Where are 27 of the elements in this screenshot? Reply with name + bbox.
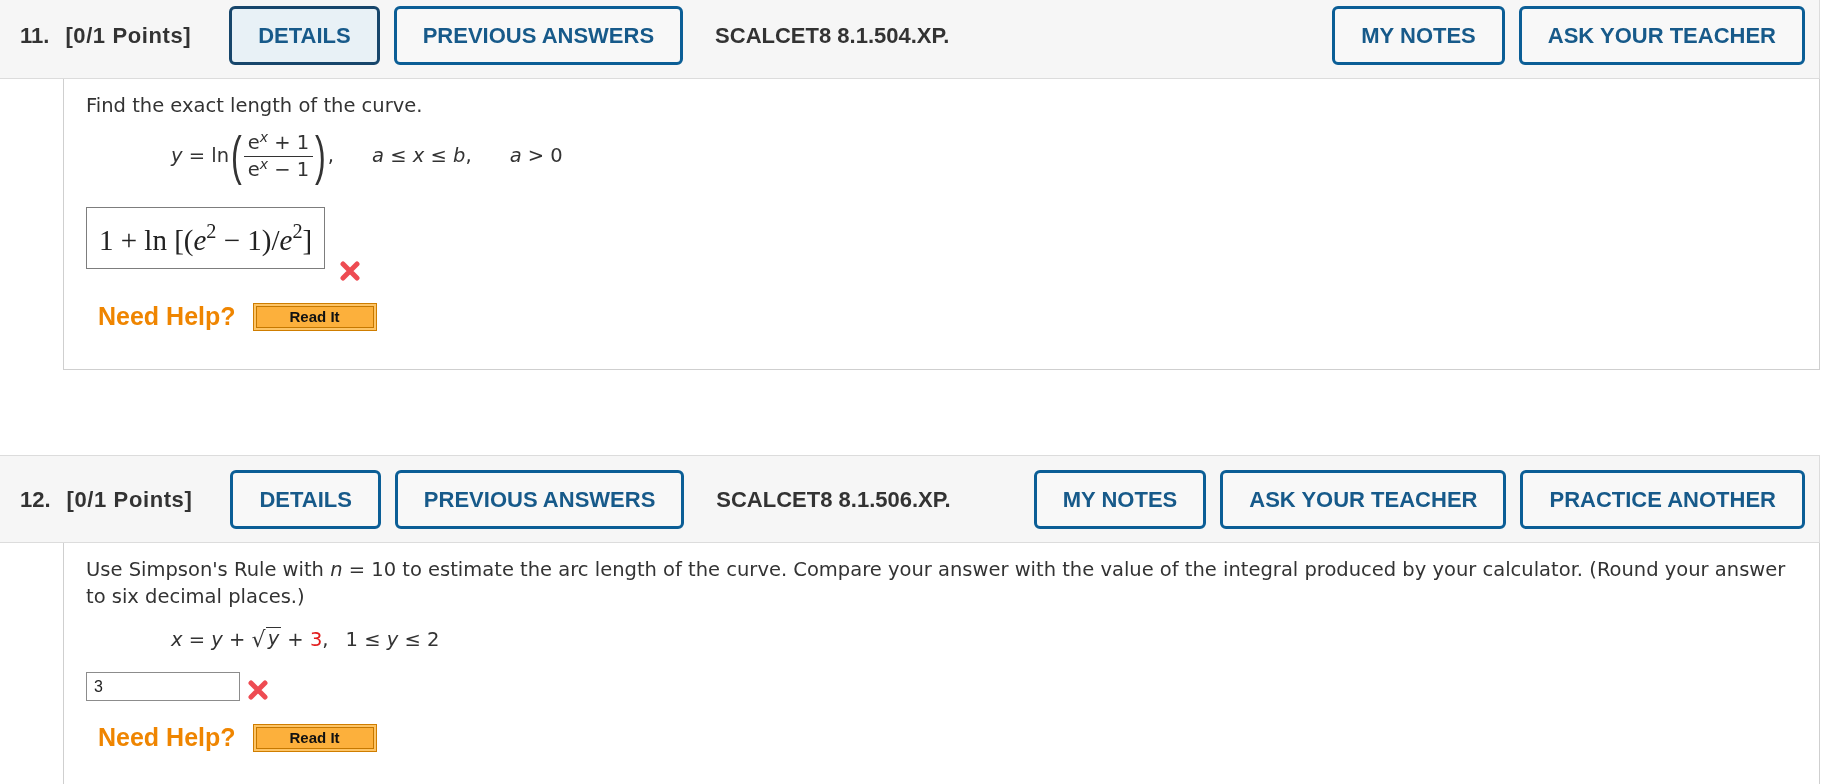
question-number: 12. [20, 486, 51, 513]
question-code: SCALCET8 8.1.504.XP. [715, 22, 950, 49]
answer-field[interactable]: 3 [86, 672, 240, 701]
read-it-button[interactable]: Read It [252, 723, 377, 752]
condition: a ≤ x ≤ b, [372, 143, 472, 169]
ask-your-teacher-button[interactable]: ASK YOUR TEACHER [1220, 470, 1507, 529]
practice-another-button[interactable]: PRACTICE ANOTHER [1520, 470, 1805, 529]
my-notes-button[interactable]: MY NOTES [1033, 470, 1207, 529]
points-label: [0/1 Points] [66, 486, 193, 513]
details-button[interactable]: DETAILS [230, 470, 381, 529]
answer-box[interactable]: 1 + ln [(e$^{2}$ − 1)/e$^{2}$] [86, 207, 326, 269]
details-button[interactable]: DETAILS [229, 6, 380, 65]
condition: a > 0 [509, 143, 563, 169]
question-text: Find the exact length of the curve. [86, 93, 423, 119]
read-it-button[interactable]: Read It [252, 302, 377, 331]
help-label: Need Help? [98, 302, 236, 331]
question-text: Use Simpson's Rule with n = 10 to estimate the arc length of the curve. Compare your answer with the value of the integral produced by your calculator. (Round your answer to six decimal places.) [86, 557, 1787, 610]
equation: x = y + √y + 3, [171, 626, 329, 654]
question-number: 11. [20, 22, 50, 49]
help-label: Need Help? [98, 723, 236, 752]
question-code: SCALCET8 8.1.506.XP. [716, 486, 951, 513]
condition: 1 ≤ y ≤ 2 [345, 627, 440, 653]
previous-answers-button[interactable]: PREVIOUS ANSWERS [393, 6, 684, 65]
previous-answers-button[interactable]: PREVIOUS ANSWERS [394, 470, 685, 529]
points-label: [0/1 Points] [65, 22, 192, 49]
ask-your-teacher-button[interactable]: ASK YOUR TEACHER [1518, 6, 1805, 65]
my-notes-button[interactable]: MY NOTES [1332, 6, 1505, 65]
